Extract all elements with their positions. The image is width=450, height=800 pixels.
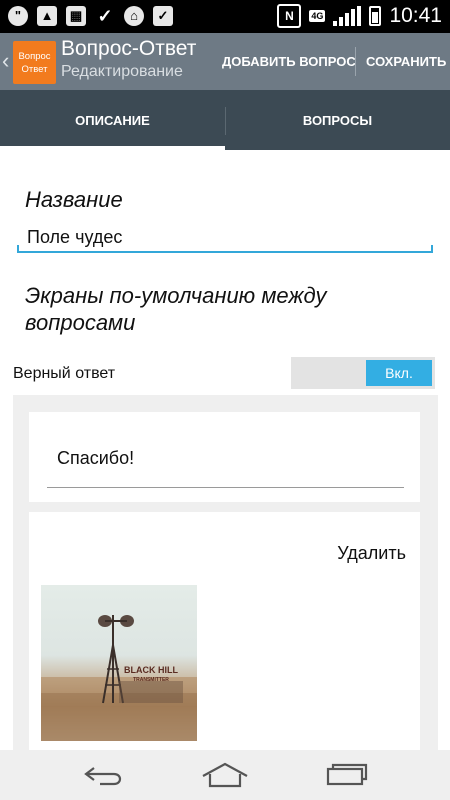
correct-answer-panel: Спасибо! Удалить BLACK HILL TRANSMITTER	[13, 395, 438, 750]
up-chevron-icon[interactable]: ‹	[2, 48, 9, 74]
notification-icons: " ▲ ▦ ✓ ⌂ ✓	[8, 6, 173, 26]
image-caption-subtitle: TRANSMITTER	[133, 677, 169, 683]
answer-image[interactable]: BLACK HILL TRANSMITTER	[41, 585, 197, 741]
quote-icon: "	[8, 6, 28, 26]
image-icon: ▲	[37, 6, 57, 26]
tab-bar: ОПИСАНИЕ ВОПРОСЫ	[0, 90, 450, 150]
status-time: 10:41	[389, 4, 442, 27]
app-icon-line2: Ответ	[21, 63, 48, 75]
network-type: 4G	[309, 10, 326, 22]
tag-icon: ⌂	[124, 6, 144, 26]
add-question-button[interactable]: ДОБАВИТЬ ВОПРОС	[222, 33, 356, 90]
screens-label: Экраны по-умолчанию между вопросами	[25, 283, 327, 335]
main-content: Название Поле чудес Экраны по-умолчанию …	[0, 150, 450, 750]
thanks-input[interactable]: Спасибо!	[47, 442, 404, 488]
action-divider	[355, 47, 356, 76]
check-icon: ✓	[97, 6, 113, 26]
action-bar: ‹ Вопрос Ответ Вопрос-Ответ Редактирован…	[0, 33, 450, 90]
home-icon[interactable]	[200, 760, 250, 790]
save-button[interactable]: СОХРАНИТЬ	[366, 33, 446, 90]
app-icon[interactable]: Вопрос Ответ	[13, 41, 56, 84]
app-icon-line1: Вопрос	[18, 50, 51, 62]
toggle-on-label: Вкл.	[366, 360, 432, 386]
image-card: Удалить BLACK HILL TRANSMITTER	[29, 512, 420, 750]
correct-answer-label: Верный ответ	[13, 365, 116, 382]
status-bar: " ▲ ▦ ✓ ⌂ ✓ N 4G 10:41	[0, 0, 450, 33]
delete-button[interactable]: Удалить	[337, 543, 406, 564]
name-input-value: Поле чудес	[27, 227, 123, 247]
thanks-input-value: Спасибо!	[57, 448, 135, 468]
gallery-icon: ▦	[66, 6, 86, 26]
app-subtitle: Редактирование	[61, 63, 183, 80]
back-icon[interactable]	[80, 760, 130, 790]
navigation-bar	[0, 750, 450, 800]
battery-icon	[369, 6, 382, 26]
app-title: Вопрос-Ответ	[61, 37, 197, 60]
message-card: Спасибо!	[29, 412, 420, 502]
name-label: Название	[25, 187, 123, 212]
briefcase-icon: ✓	[153, 6, 173, 26]
tab-questions[interactable]: ВОПРОСЫ	[225, 90, 450, 150]
image-caption-title: BLACK HILL	[124, 665, 178, 675]
signal-icon	[333, 6, 362, 26]
correct-answer-toggle[interactable]: Вкл.	[291, 357, 435, 389]
recent-apps-icon[interactable]	[320, 760, 370, 790]
tab-description[interactable]: ОПИСАНИЕ	[0, 90, 225, 150]
nfc-icon: N	[277, 4, 302, 28]
name-input[interactable]: Поле чудес	[17, 221, 433, 253]
